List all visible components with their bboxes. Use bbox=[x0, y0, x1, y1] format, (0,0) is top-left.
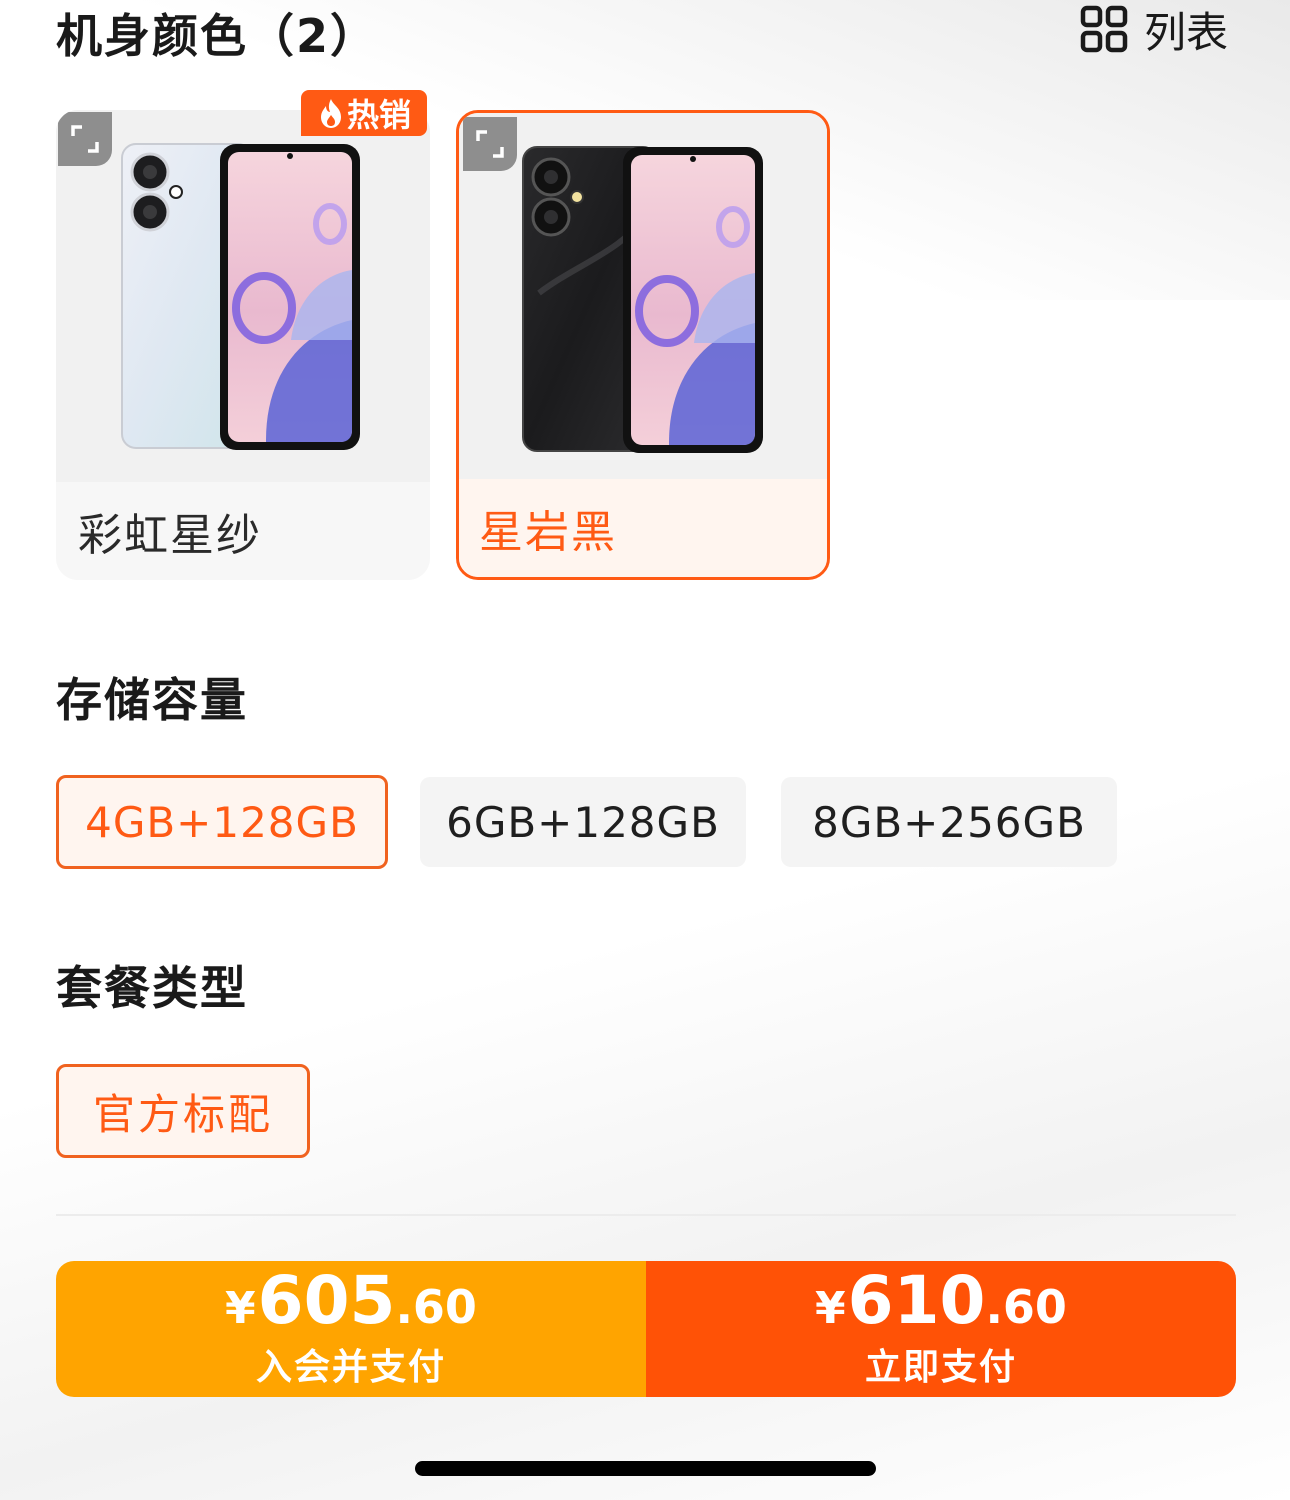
price-integer: 610 bbox=[847, 1262, 986, 1339]
price-integer: 605 bbox=[257, 1262, 396, 1339]
phone-image-black bbox=[522, 146, 763, 453]
expand-image-button[interactable] bbox=[463, 117, 517, 171]
product-image bbox=[56, 110, 430, 482]
list-toggle-label: 列表 bbox=[1143, 7, 1228, 57]
color-section-title: 机身颜色（2） bbox=[56, 9, 379, 63]
flame-icon bbox=[320, 99, 341, 128]
storage-option-4-128[interactable]: 4GB+128GB bbox=[56, 775, 388, 869]
price-decimal: .60 bbox=[985, 1280, 1067, 1334]
storage-option-8-256[interactable]: 8GB+256GB bbox=[781, 777, 1117, 867]
grid-icon bbox=[1080, 5, 1128, 53]
home-indicator[interactable] bbox=[415, 1461, 876, 1476]
color-option-black[interactable]: 星岩黑 bbox=[456, 110, 830, 580]
regular-price: ¥ 610 .60 bbox=[815, 1268, 1067, 1334]
price-decimal: .60 bbox=[395, 1280, 477, 1334]
expand-icon bbox=[476, 130, 504, 158]
hot-sale-badge: 热销 bbox=[301, 90, 427, 136]
expand-icon bbox=[71, 125, 99, 153]
package-section-title: 套餐类型 bbox=[56, 961, 248, 1015]
package-option-standard[interactable]: 官方标配 bbox=[56, 1064, 310, 1158]
phone-image-light bbox=[121, 143, 360, 450]
currency-symbol: ¥ bbox=[815, 1283, 846, 1334]
list-view-toggle[interactable]: 列表 bbox=[1080, 2, 1228, 57]
storage-option-6-128[interactable]: 6GB+128GB bbox=[420, 777, 746, 867]
color-option-rainbow[interactable]: 彩虹星纱 bbox=[56, 110, 430, 580]
join-and-pay-button[interactable]: ¥ 605 .60 入会并支付 bbox=[56, 1261, 646, 1397]
product-image bbox=[459, 113, 827, 485]
currency-symbol: ¥ bbox=[225, 1283, 256, 1334]
join-and-pay-label: 入会并支付 bbox=[255, 1347, 446, 1388]
storage-section-title: 存储容量 bbox=[56, 673, 248, 727]
divider bbox=[56, 1214, 1236, 1216]
pay-now-button[interactable]: ¥ 610 .60 立即支付 bbox=[646, 1261, 1236, 1397]
color-option-label: 彩虹星纱 bbox=[56, 482, 430, 580]
payment-bar: ¥ 605 .60 入会并支付 ¥ 610 .60 立即支付 bbox=[56, 1261, 1236, 1397]
color-option-label: 星岩黑 bbox=[459, 479, 827, 577]
pay-now-label: 立即支付 bbox=[864, 1347, 1017, 1388]
expand-image-button[interactable] bbox=[58, 112, 112, 166]
member-price: ¥ 605 .60 bbox=[225, 1268, 477, 1334]
hot-badge-label: 热销 bbox=[346, 96, 411, 134]
